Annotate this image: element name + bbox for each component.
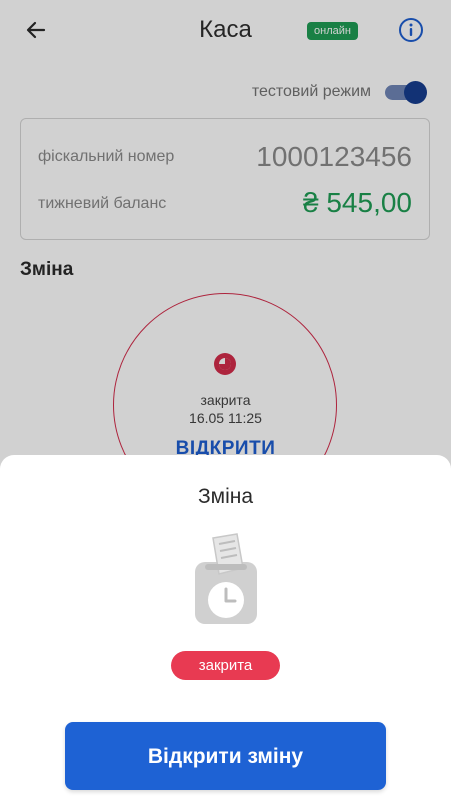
- sheet-title: Зміна: [197, 485, 254, 508]
- open-shift-button[interactable]: Відкрити зміну: [65, 722, 386, 790]
- cash-register-screen: Каса онлайн тестовий режим фіскальний но…: [0, 0, 451, 800]
- receipt-clock-icon: [195, 533, 257, 624]
- shift-bottom-sheet: Зміна закрита Відкрити зміну: [0, 455, 451, 800]
- shift-status-badge: закрита: [171, 651, 280, 680]
